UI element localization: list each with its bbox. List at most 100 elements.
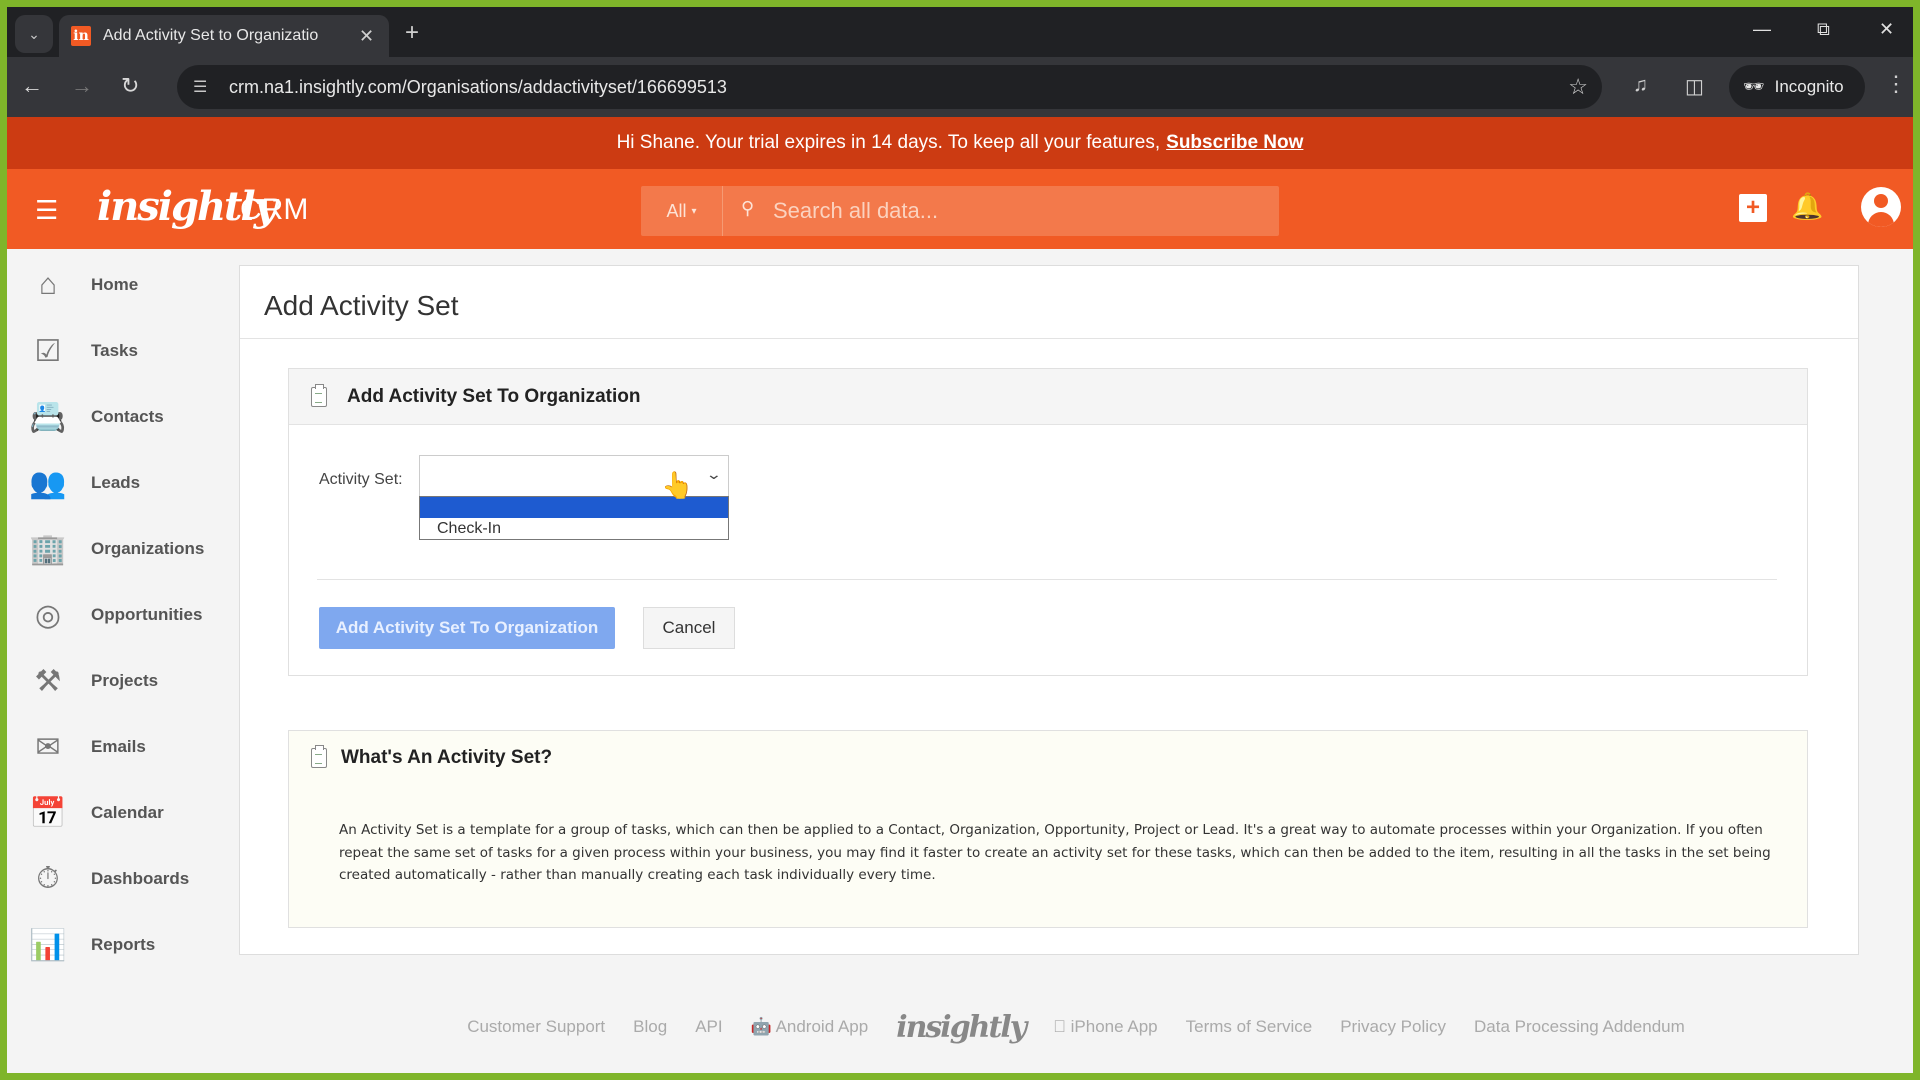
contacts-icon: 📇 [29, 400, 67, 434]
leads-icon: 👥 [29, 466, 67, 500]
insightly-favicon-icon: in [71, 26, 91, 46]
android-app-label: Android App [775, 1017, 869, 1036]
dashboards-icon: ⏱ [36, 862, 60, 895]
sidebar-item-label: Projects [91, 671, 159, 690]
help-text: An Activity Set is a template for a grou… [339, 822, 1771, 883]
product-name: CRM [240, 193, 309, 226]
sidebar-item-dashboards[interactable]: ⏱ Dashboards [29, 857, 189, 901]
sidebar-item-opportunities[interactable]: ◎ Opportunities [29, 593, 203, 637]
chevron-down-icon: ⌄ [705, 466, 723, 482]
help-heading: What's An Activity Set? [341, 747, 553, 768]
sidebar-item-leads[interactable]: 👥 Leads [29, 461, 140, 505]
footer-link-android-app[interactable]: 🤖 Android App [751, 1017, 869, 1037]
user-avatar-icon[interactable] [1861, 187, 1901, 227]
quick-add-icon[interactable]: + [1739, 194, 1767, 222]
footer-link-dpa[interactable]: Data Processing Addendum [1474, 1017, 1685, 1037]
side-panel-icon[interactable]: ◫ [1685, 74, 1704, 99]
restore-icon[interactable]: ⧉ [1817, 19, 1830, 40]
tab-title: Add Activity Set to Organizatio [103, 27, 319, 44]
dropdown-option-check-in[interactable]: Check-In [420, 518, 728, 539]
footer-link-terms[interactable]: Terms of Service [1186, 1017, 1313, 1037]
site-settings-icon[interactable]: ☰ [193, 77, 207, 97]
hand-pointer-cursor-icon: 👆 [661, 470, 694, 500]
panel-heading: Add Activity Set To Organization [347, 385, 641, 407]
new-tab-icon[interactable]: + [405, 19, 419, 47]
sidebar-item-label: Home [91, 275, 139, 294]
trial-text: Hi Shane. Your trial expires in 14 days.… [616, 132, 1161, 153]
sidebar-item-emails[interactable]: ✉ Emails [29, 725, 146, 769]
media-control-icon[interactable]: ♫ [1633, 74, 1648, 97]
footer-logo: insightly [896, 1009, 1027, 1045]
add-activity-set-button[interactable]: Add Activity Set To Organization [319, 607, 615, 649]
sidebar-item-label: Reports [91, 935, 156, 954]
page-title: Add Activity Set [264, 290, 459, 321]
projects-icon: ⚒ [34, 664, 62, 698]
footer-link-api[interactable]: API [695, 1017, 722, 1037]
search-icon: ⚲ [741, 198, 755, 218]
search-scope-dropdown[interactable]: All ▾ [641, 186, 723, 236]
iphone-app-label: iPhone App [1061, 1017, 1158, 1036]
sidebar-item-label: Opportunities [91, 605, 203, 624]
organizations-icon: 🏢 [29, 532, 67, 566]
main-card: Add Activity Set Add Activity Set To Org… [239, 265, 1859, 955]
search-scope-label: All [666, 200, 687, 221]
screen: ⌄ in Add Activity Set to Organizatio ✕ +… [7, 7, 1913, 1073]
incognito-icon: 🕶 [1743, 77, 1765, 96]
incognito-label: Incognito [1774, 77, 1844, 96]
tab-search-button[interactable]: ⌄ [15, 15, 53, 53]
omnibox[interactable]: ☰ crm.na1.insightly.com/Organisations/ad… [177, 65, 1602, 109]
activity-set-label: Activity Set: [319, 471, 403, 488]
activity-set-dropdown-list: Check-In [419, 496, 729, 540]
sidebar-item-tasks[interactable]: ☑ Tasks [29, 329, 138, 373]
clipboard-icon [311, 745, 327, 768]
browser-tab-bar: ⌄ in Add Activity Set to Organizatio ✕ +… [7, 7, 1913, 57]
sidebar-item-organizations[interactable]: 🏢 Organizations [29, 527, 204, 571]
url-text[interactable]: crm.na1.insightly.com/Organisations/adda… [229, 77, 727, 98]
caret-down-icon: ▾ [691, 205, 697, 217]
sidebar-item-label: Emails [91, 737, 146, 756]
browser-menu-icon[interactable]: ⋮ [1885, 71, 1907, 97]
address-bar-row: ← → ↻ ☰ crm.na1.insightly.com/Organisati… [7, 57, 1913, 117]
footer: Customer Support Blog API 🤖 Android App … [7, 1007, 1913, 1047]
browser-tab[interactable]: in Add Activity Set to Organizatio ✕ [59, 15, 389, 57]
chevron-down-icon: ⌄ [28, 25, 40, 42]
hamburger-menu-icon[interactable]: ☰ [35, 195, 58, 226]
global-search: All ▾ ⚲ [641, 186, 1279, 236]
incognito-badge[interactable]: 🕶 Incognito [1729, 65, 1865, 109]
sidebar-item-label: Dashboards [91, 869, 190, 888]
back-icon[interactable]: ← [21, 73, 43, 99]
bookmark-star-icon[interactable]: ☆ [1568, 74, 1588, 100]
reload-icon[interactable]: ↻ [121, 73, 139, 99]
search-input[interactable] [773, 186, 1263, 236]
tab-close-icon[interactable]: ✕ [359, 26, 374, 47]
cancel-button[interactable]: Cancel [643, 607, 735, 649]
add-activity-set-panel: Add Activity Set To Organization Activit… [288, 368, 1808, 676]
sidebar-item-label: Organizations [91, 539, 205, 558]
opportunities-icon: ◎ [34, 598, 62, 632]
sidebar-item-calendar[interactable]: 📅 Calendar [29, 791, 163, 835]
minimize-icon[interactable]: — [1753, 19, 1771, 40]
footer-link-iphone-app[interactable]:  iPhone App [1053, 1017, 1157, 1037]
footer-link-customer-support[interactable]: Customer Support [467, 1017, 605, 1037]
trial-banner: Hi Shane. Your trial expires in 14 days.… [7, 117, 1913, 169]
sidebar-item-reports[interactable]: 📊 Reports [29, 923, 155, 967]
sidebar-nav: ⌂ Home ☑ Tasks 📇 Contacts 👥 Leads 🏢 Organizat… [7, 249, 237, 1073]
reports-icon: 📊 [29, 928, 67, 962]
footer-link-blog[interactable]: Blog [633, 1017, 667, 1037]
tasks-icon: ☑ [34, 334, 62, 368]
divider [240, 338, 1858, 339]
sidebar-item-home[interactable]: ⌂ Home [29, 263, 138, 307]
emails-icon: ✉ [35, 730, 61, 764]
sidebar-item-projects[interactable]: ⚒ Projects [29, 659, 159, 703]
sidebar-item-label: Leads [91, 473, 141, 492]
sidebar-item-contacts[interactable]: 📇 Contacts [29, 395, 163, 439]
divider [317, 579, 1777, 580]
window-close-icon[interactable]: ✕ [1879, 19, 1894, 40]
calendar-icon: 📅 [29, 796, 67, 830]
footer-link-privacy[interactable]: Privacy Policy [1340, 1017, 1446, 1037]
help-header: What's An Activity Set? [311, 745, 553, 769]
notifications-bell-icon[interactable]: 🔔 [1791, 191, 1823, 222]
help-panel: What's An Activity Set? An Activity Set … [288, 730, 1808, 928]
forward-icon[interactable]: → [71, 73, 93, 99]
subscribe-now-link[interactable]: Subscribe Now [1166, 132, 1303, 154]
